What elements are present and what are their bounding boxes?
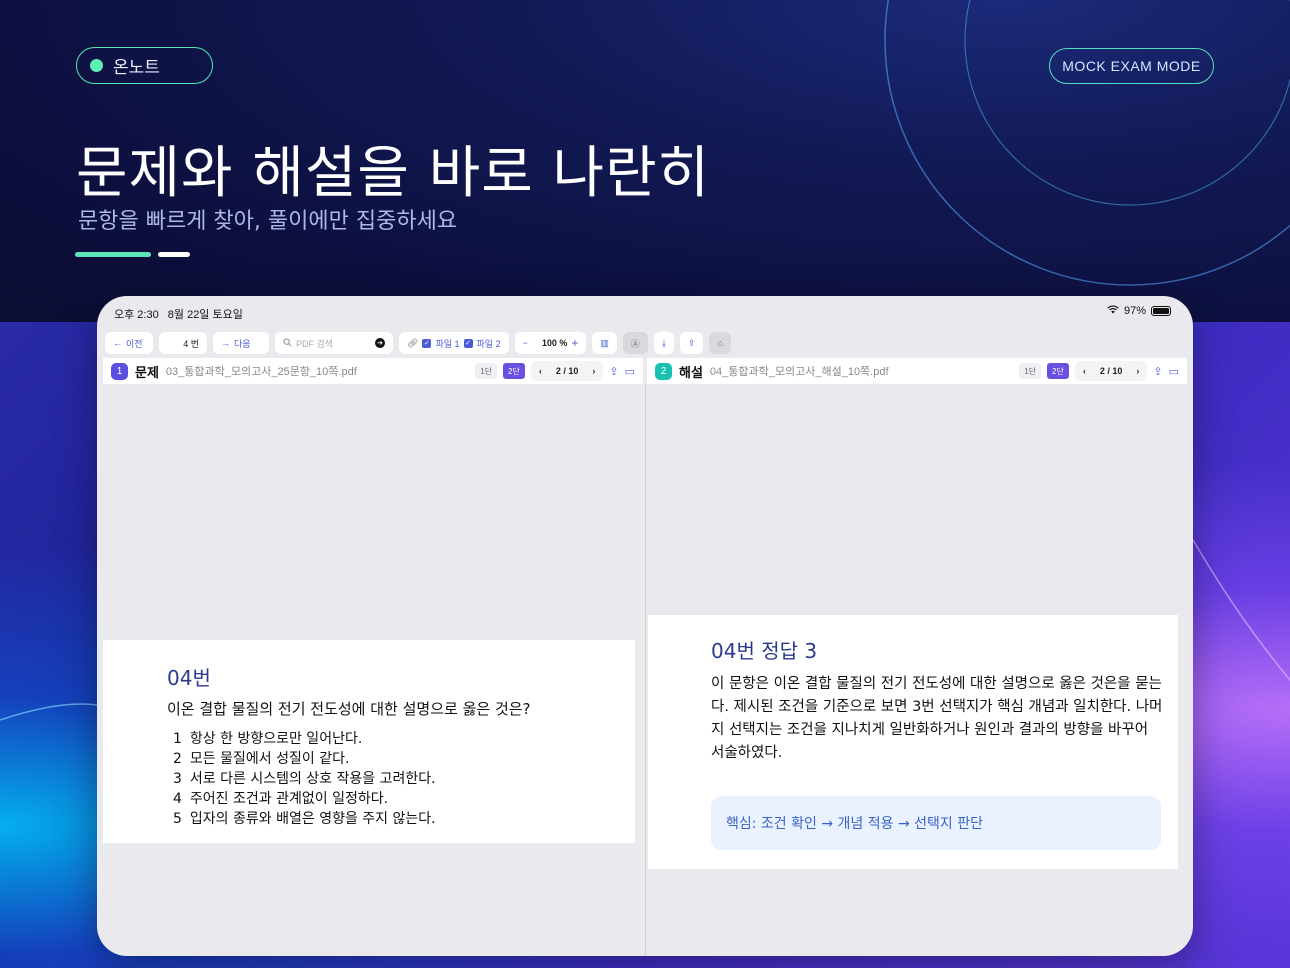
two-column-button[interactable]: 2단	[1047, 363, 1069, 379]
zoom-in-button[interactable]: +	[571, 336, 578, 350]
share-button[interactable]: ⇪	[679, 332, 704, 354]
go-arrow-icon[interactable]: ➔	[375, 338, 385, 348]
share-icon: ⇪	[687, 337, 696, 348]
tablet-frame: 오후 2:30 8월 22일 토요일 97% ← 이전 4 번 → 다음 PDF…	[97, 296, 1193, 956]
home-button[interactable]: ⌂	[709, 332, 731, 354]
arrow-right-icon: →	[221, 338, 230, 348]
file2-checkbox[interactable]: ✓	[463, 338, 473, 348]
accent-bar-white	[158, 252, 190, 257]
chevron-left-icon[interactable]: ‹	[539, 366, 542, 376]
hero-subtitle: 문항을 빠르게 찾아, 풀이에만 집중하세요	[78, 209, 458, 234]
status-time: 오후 2:30	[114, 309, 159, 321]
answer-body: 이 문항은 이온 결합 물질의 전기 전도성에 대한 설명으로 옳은 것은을 묻…	[711, 676, 1163, 761]
choice-item: 1 항상 한 방향으로만 일어난다.	[173, 731, 363, 747]
page-pager: ‹ 2 / 10 ›	[530, 361, 604, 381]
download-button[interactable]: ⤓	[653, 332, 674, 354]
zoom-value: 100 %	[541, 338, 568, 348]
status-dot-icon	[90, 59, 103, 72]
panel-file-name: 04_통합과학_모의고사_해설_10쪽.pdf	[709, 366, 889, 378]
status-date: 8월 22일 토요일	[167, 309, 243, 321]
mock-exam-mode-badge: MOCK EXAM MODE	[1049, 48, 1214, 84]
link-icon[interactable]: 🔗︎	[407, 338, 418, 349]
split-view-button[interactable]: ▥	[592, 332, 617, 354]
share-icon[interactable]: ⇪	[609, 365, 618, 378]
pencil-circle-icon: Ⓐ	[630, 338, 640, 349]
battery-icon	[1151, 306, 1171, 316]
share-icon[interactable]: ⇪	[1153, 365, 1162, 378]
search-placeholder: PDF 검색	[296, 338, 334, 349]
panel-file-name: 03_통합과학_모의고사_25문항_10쪽.pdf	[165, 366, 357, 378]
answer-page: 04번 정답 3 이 문항은 이온 결합 물질의 전기 전도성에 대한 설명으로…	[648, 615, 1178, 869]
file1-checkbox[interactable]: ✓	[422, 338, 432, 348]
columns-icon: ▥	[600, 337, 609, 348]
panel-title: 해설	[679, 364, 703, 380]
brand-name: 온노트	[113, 58, 160, 78]
choice-item: 4 주어진 조건과 관계없이 일정하다.	[173, 791, 389, 807]
search-icon	[283, 337, 292, 349]
question-number: 04번	[167, 666, 211, 690]
status-bar: 오후 2:30 8월 22일 토요일 97%	[97, 296, 1193, 330]
wifi-icon	[1107, 305, 1119, 317]
page-indicator: 2 / 10	[555, 366, 579, 376]
home-icon: ⌂	[717, 338, 723, 348]
pdf-search-input[interactable]: PDF 검색 ➔	[275, 332, 393, 354]
key-point-box: 핵심: 조건 확인 → 개념 적용 → 선택지 판단	[711, 796, 1161, 850]
download-icon: ⤓	[661, 337, 666, 348]
hero-title: 문제와 해설을 바로 나란히	[76, 141, 711, 206]
panel-divider[interactable]	[645, 384, 646, 956]
choice-item: 2 모든 물질에서 성질이 같다.	[173, 751, 350, 767]
brand-pill: 온노트	[76, 47, 213, 84]
folder-icon[interactable]: ▭	[625, 365, 635, 378]
one-column-button[interactable]: 1단	[1019, 363, 1042, 379]
chevron-left-icon[interactable]: ‹	[1083, 366, 1086, 376]
page-indicator: 2 / 10	[1099, 366, 1123, 376]
panel-index-badge: 1	[111, 362, 128, 380]
pencil-mode-button[interactable]: Ⓐ	[622, 332, 648, 354]
next-button[interactable]: → 다음	[213, 332, 269, 354]
chevron-right-icon[interactable]: ›	[1136, 366, 1139, 376]
page-number-field[interactable]: 4 번	[159, 332, 207, 354]
page-pager: ‹ 2 / 10 ›	[1074, 361, 1148, 381]
folder-icon[interactable]: ▭	[1169, 365, 1179, 378]
file1-label: 파일 1	[435, 338, 460, 349]
prev-button[interactable]: ← 이전	[105, 332, 153, 354]
choice-item: 3 서로 다른 시스템의 상호 작용을 고려한다.	[173, 771, 436, 787]
chevron-right-icon[interactable]: ›	[592, 366, 595, 376]
file2-label: 파일 2	[476, 338, 501, 349]
panel-index-badge: 2	[655, 362, 672, 380]
toolbar: ← 이전 4 번 → 다음 PDF 검색 ➔ 🔗︎ ✓ 파일 1 ✓ 파일 2 …	[105, 330, 1185, 356]
question-text: 이온 결합 물질의 전기 전도성에 대한 설명으로 옳은 것은?	[167, 700, 531, 718]
zoom-control: − 100 % +	[514, 332, 587, 354]
choice-list: 1 항상 한 방향으로만 일어난다. 2 모든 물질에서 성질이 같다. 3 서로 다…	[173, 729, 436, 829]
file-toggle-group: 🔗︎ ✓ 파일 1 ✓ 파일 2	[399, 332, 509, 354]
choice-item: 5 입자의 종류와 배열은 영향을 주지 않는다.	[173, 811, 436, 827]
left-panel-header: 1 문제 03_통합과학_모의고사_25문항_10쪽.pdf 1단 2단 ‹ 2…	[103, 358, 643, 384]
battery-percent: 97%	[1123, 305, 1146, 317]
arrow-left-icon: ←	[113, 338, 122, 348]
one-column-button[interactable]: 1단	[475, 363, 498, 379]
right-panel-header: 2 해설 04_통합과학_모의고사_해설_10쪽.pdf 1단 2단 ‹ 2 /…	[647, 358, 1187, 384]
accent-bar-green	[75, 252, 151, 257]
answer-title: 04번 정답 3	[711, 639, 818, 663]
question-page: 04번 이온 결합 물질의 전기 전도성에 대한 설명으로 옳은 것은? 1 항상…	[103, 640, 635, 843]
zoom-out-button[interactable]: −	[523, 338, 528, 348]
two-column-button[interactable]: 2단	[503, 363, 525, 379]
panel-title: 문제	[135, 364, 159, 380]
